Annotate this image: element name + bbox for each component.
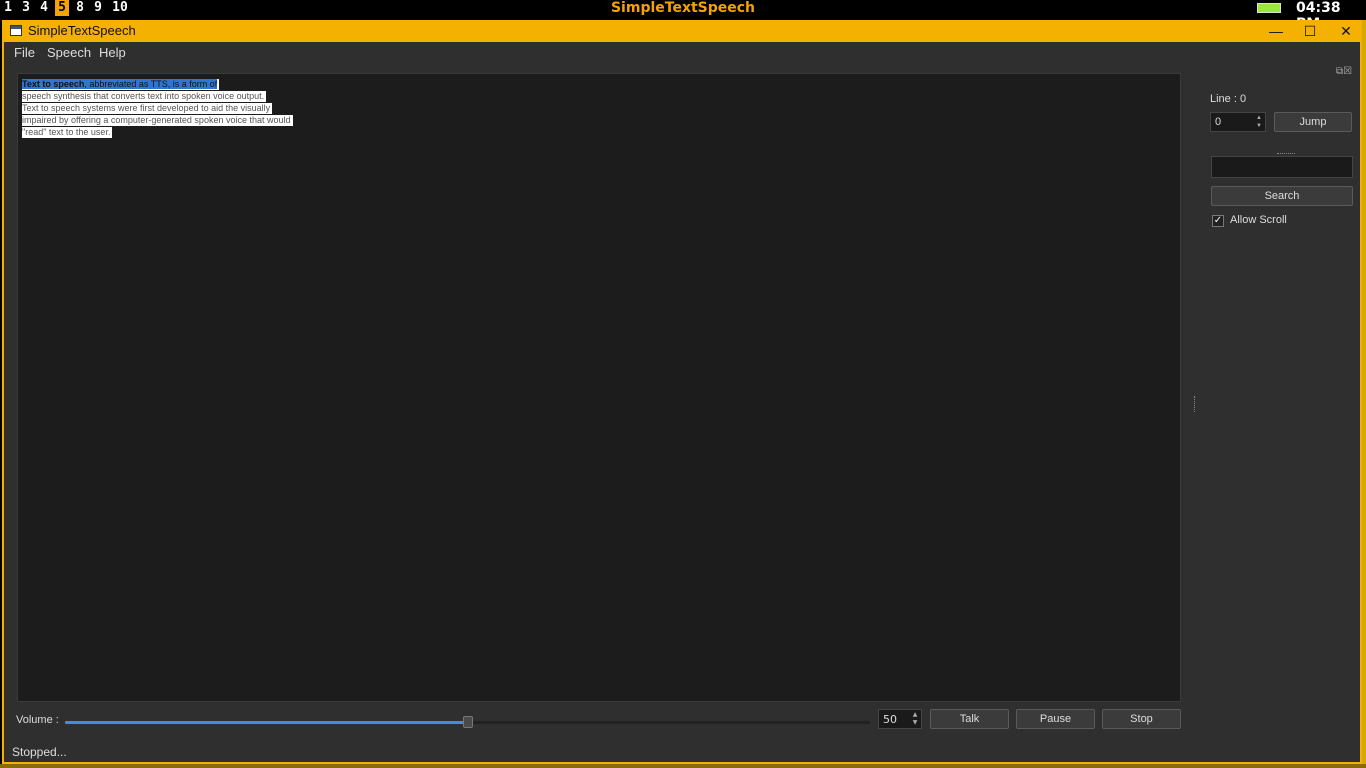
battery-icon [1257, 3, 1281, 13]
app-window: SimpleTextSpeech — ☐ ✕ File Speech Help … [2, 20, 1362, 764]
volume-spinbox[interactable]: 50 ▲ ▼ [878, 709, 922, 729]
jump-button[interactable]: Jump [1274, 112, 1352, 132]
editor-line-3: Text to speech systems were first develo… [22, 103, 273, 114]
volume-spinbox-value: 50 [883, 713, 897, 726]
app-icon [10, 25, 22, 36]
drag-handle-icon[interactable] [1277, 153, 1295, 154]
volume-label: Volume : [16, 714, 59, 726]
text-editor[interactable]: Text to speech, abbreviated as TTS, is a… [17, 73, 1181, 702]
menu-bar: File Speech Help [4, 42, 1360, 64]
line-spinbox[interactable]: 0 ▲ ▼ [1210, 112, 1266, 132]
active-window-title: SimpleTextSpeech [610, 0, 756, 16]
menu-speech[interactable]: Speech [47, 45, 91, 60]
line-spinbox-value: 0 [1215, 116, 1222, 128]
volume-slider-fill [65, 721, 468, 724]
editor-line-1: Text to speech, abbreviated as TTS, is a… [22, 79, 220, 90]
status-bar-text: Stopped... [12, 745, 67, 759]
maximize-button[interactable]: ☐ [1295, 21, 1325, 41]
editor-line-2: speech synthesis that converts text into… [22, 91, 267, 102]
search-input[interactable] [1211, 156, 1353, 178]
menu-file[interactable]: File [14, 45, 35, 60]
stop-button[interactable]: Stop [1102, 709, 1181, 729]
editor-line-4: impaired by offering a computer-generate… [22, 115, 293, 126]
selected-bold-text: Text to speech [22, 79, 85, 89]
dock-close-icon[interactable]: ☒ [1343, 66, 1352, 77]
talk-button[interactable]: Talk [930, 709, 1009, 729]
search-button[interactable]: Search [1211, 186, 1353, 206]
pause-button[interactable]: Pause [1016, 709, 1095, 729]
spinbox-arrows-icon[interactable]: ▲ ▼ [1254, 114, 1264, 130]
minimize-button[interactable]: — [1261, 21, 1291, 41]
dock-controls: ⧉☒ [1336, 66, 1352, 77]
window-titlebar[interactable]: SimpleTextSpeech — ☐ ✕ [4, 20, 1362, 42]
volume-slider-handle[interactable] [463, 716, 473, 728]
desktop-edge-bottom [0, 764, 1366, 768]
editor-line-5: "read" text to the user. [22, 127, 113, 138]
selected-rest-text: , abbreviated as TTS, is a form of [84, 79, 218, 89]
desktop-edge-right [1362, 20, 1366, 768]
menu-help[interactable]: Help [99, 45, 126, 60]
allow-scroll-checkbox[interactable]: ✓ [1212, 215, 1224, 227]
allow-scroll-label: Allow Scroll [1230, 214, 1287, 226]
spinbox-arrows-icon[interactable]: ▲ ▼ [910, 711, 920, 727]
volume-slider[interactable] [65, 716, 870, 728]
window-title: SimpleTextSpeech [28, 23, 136, 38]
system-taskbar: 1 3 4 5 8 9 10 SimpleTextSpeech 04:38 PM [0, 0, 1366, 32]
close-button[interactable]: ✕ [1331, 21, 1361, 41]
line-label: Line : 0 [1210, 93, 1247, 105]
selected-text: Text to speech, abbreviated as TTS, is a… [22, 79, 218, 89]
panel-splitter[interactable] [1194, 396, 1198, 412]
